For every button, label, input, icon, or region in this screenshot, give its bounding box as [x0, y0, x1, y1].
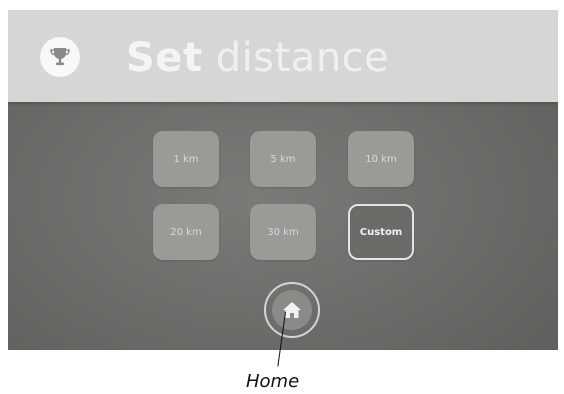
distance-grid: 1 km 5 km 10 km 20 km 30 km Custom [153, 131, 433, 271]
distance-button-1km[interactable]: 1 km [153, 131, 219, 187]
figure: Set distance 1 km 5 km 10 km 20 km 30 km… [0, 0, 564, 394]
page-title-bold: Set [126, 35, 203, 81]
page-title-light: distance [202, 35, 390, 81]
distance-button-5km[interactable]: 5 km [250, 131, 316, 187]
distance-button-30km[interactable]: 30 km [250, 204, 316, 260]
trophy-icon-glyph [50, 48, 70, 66]
page-title: Set distance [126, 35, 389, 81]
home-button[interactable] [264, 282, 320, 338]
trophy-icon [40, 37, 80, 77]
distance-button-20km[interactable]: 20 km [153, 204, 219, 260]
header-bar: Set distance [8, 10, 558, 102]
distance-button-custom[interactable]: Custom [348, 204, 414, 260]
distance-button-10km[interactable]: 10 km [348, 131, 414, 187]
device-screen: Set distance 1 km 5 km 10 km 20 km 30 km… [8, 10, 558, 350]
home-button-inner [272, 290, 312, 330]
callout-label-home: Home [246, 371, 300, 392]
